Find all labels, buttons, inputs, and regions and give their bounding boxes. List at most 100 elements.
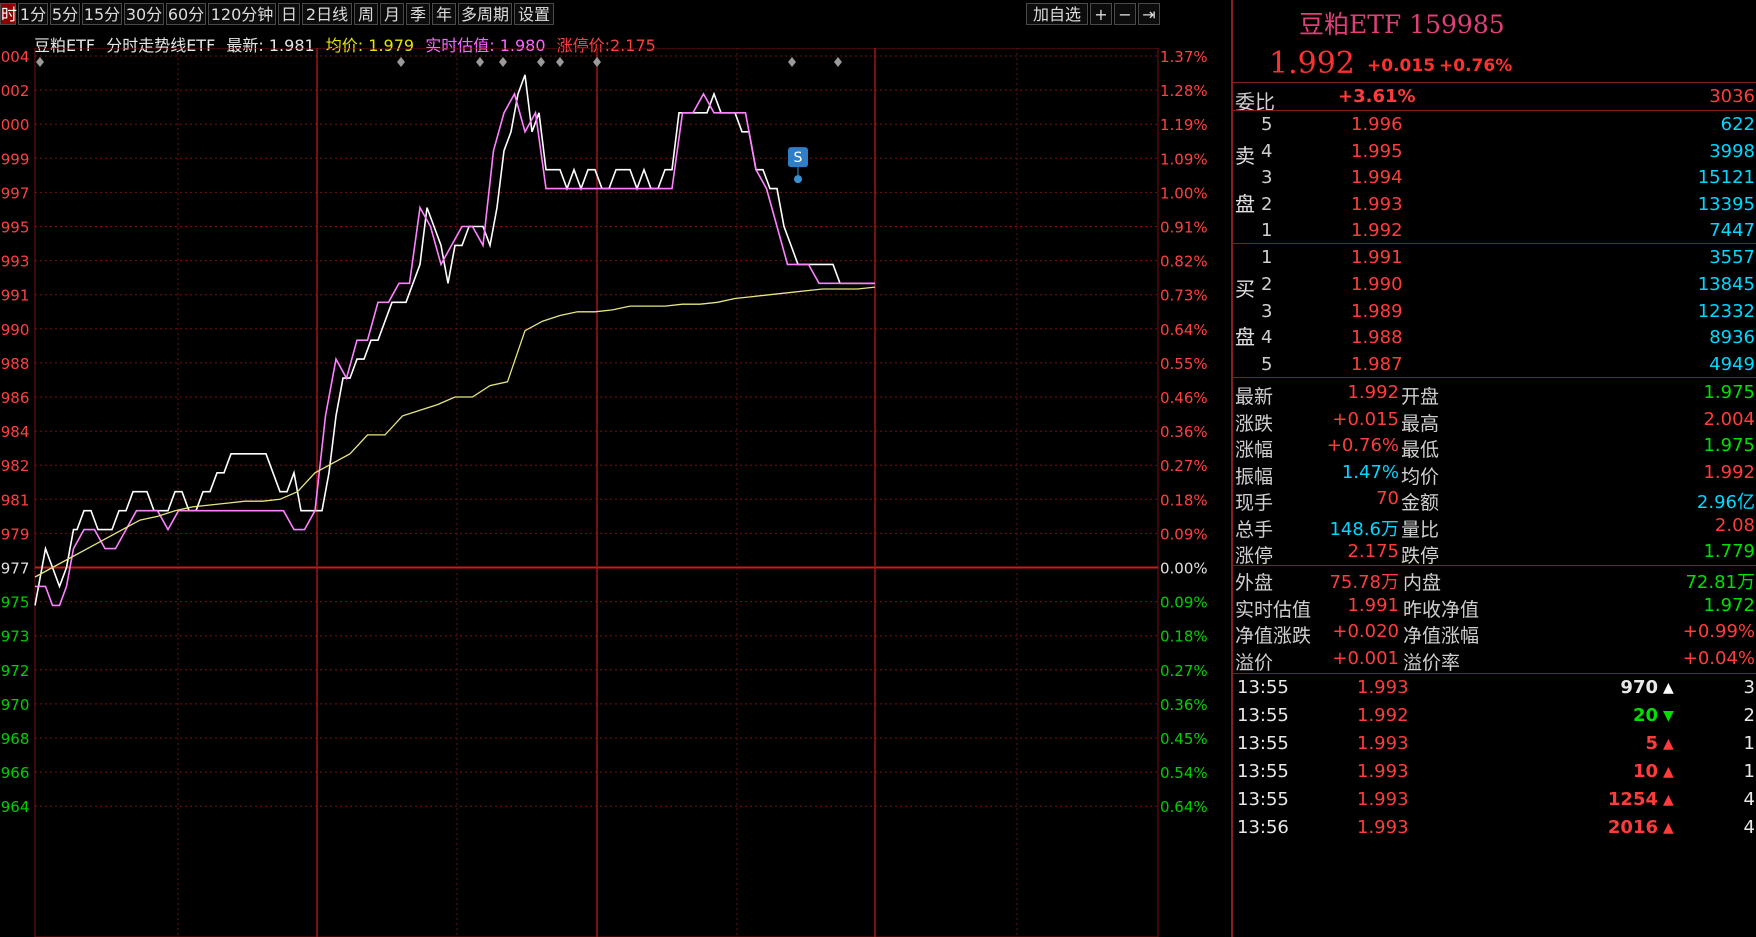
pct-tick-1: 1.28% [1160, 82, 1208, 100]
stat-row-5: 总手 148.6万 量比 2.08 [1235, 514, 1755, 541]
period-tab-3[interactable]: 15分 [82, 3, 122, 25]
tick-row-5: 13:56 1.993 2016 ▲ 4 [1237, 817, 1755, 838]
pct-tick-19: 0.36% [1160, 696, 1208, 714]
sep-5 [1233, 565, 1756, 566]
pct-tick-16: 0.09% [1160, 594, 1208, 612]
stat2-row-3: 溢价 +0.001 溢价率 +0.04% [1235, 647, 1755, 674]
y-tick-12: .982 [0, 457, 29, 475]
panel-title: 豆粕ETF 159985 [1299, 10, 1505, 39]
minus-button[interactable]: − [1114, 3, 1136, 25]
pct-tick-22: 0.64% [1160, 798, 1208, 816]
pct-tick-0: 1.37% [1160, 48, 1208, 66]
buy-label: 买盘 [1235, 277, 1255, 349]
y-tick-11: .984 [0, 423, 29, 441]
stat-row-6: 涨停 2.175 跌停 1.779 [1235, 541, 1755, 567]
event-diamond-8 [834, 57, 842, 67]
intraday-chart[interactable]: .004 .002 .000 .999 .997 .995 .993 .991 .990 .988… [0, 48, 1228, 937]
event-diamond-7 [788, 57, 796, 67]
series-line-1 [35, 91, 875, 607]
stat2-row-0: 外盘 75.78万 内盘 72.81万 [1235, 572, 1755, 594]
period-tab-12[interactable]: 年 [432, 3, 456, 25]
y-tick-7: .991 [0, 287, 29, 305]
exit-button[interactable]: ⇥ [1138, 3, 1160, 25]
period-tab-2[interactable]: 5分 [50, 3, 80, 25]
y-tick-18: .972 [0, 662, 29, 680]
plus-button[interactable]: + [1090, 3, 1112, 25]
period-tab-10[interactable]: 月 [380, 3, 404, 25]
tick-row-2: 13:55 1.993 5 ▲ 1 [1237, 733, 1755, 754]
event-diamond-0 [36, 57, 44, 67]
pct-tick-15: 0.00% [1160, 560, 1208, 578]
sep-1 [1233, 82, 1756, 83]
panel-price: 1.992 [1269, 46, 1355, 81]
period-tab-9[interactable]: 周 [354, 3, 378, 25]
stat-row-3: 振幅 1.47% 均价 1.992 [1235, 461, 1755, 488]
pct-tick-21: 0.54% [1160, 764, 1208, 782]
marker-dot [794, 175, 802, 184]
y-tick-0: .004 [0, 48, 29, 66]
pct-tick-14: 0.09% [1160, 525, 1208, 543]
pct-tick-17: 0.18% [1160, 628, 1208, 646]
buy-row-2: 3 1.989 12332 [1261, 300, 1755, 322]
stat-row-2: 涨幅 +0.76% 最低 1.975 [1235, 435, 1755, 461]
y-tick-22: .964 [0, 798, 29, 816]
event-diamond-3 [499, 57, 507, 67]
y-tick-10: .986 [0, 389, 29, 407]
period-tab-6[interactable]: 120分钟 [208, 3, 276, 25]
y-tick-9: .988 [0, 355, 29, 373]
period-tab-7[interactable]: 日 [278, 3, 300, 25]
period-tab-11[interactable]: 季 [406, 3, 430, 25]
marker-label: S [794, 150, 803, 166]
y-tick-21: .966 [0, 764, 29, 782]
pct-tick-6: 0.82% [1160, 253, 1208, 271]
y-tick-13: .981 [0, 491, 29, 509]
sell-row-0: 5 1.996 622 [1261, 114, 1755, 135]
event-diamond-5 [556, 57, 564, 67]
pct-tick-12: 0.27% [1160, 457, 1208, 475]
panel-change-pct: +0.76% [1439, 56, 1513, 76]
pct-tick-2: 1.19% [1160, 116, 1208, 134]
sell-label: 卖盘 [1235, 144, 1255, 216]
stat2-row-1: 实时估值 1.991 昨收净值 1.972 [1235, 594, 1755, 621]
sell-row-1: 4 1.995 3998 [1261, 140, 1755, 162]
pct-tick-3: 1.09% [1160, 150, 1208, 168]
add-watchlist-button[interactable]: 加自选 [1026, 3, 1088, 25]
period-tab-14[interactable]: 设置 [514, 3, 554, 25]
pct-tick-10: 0.46% [1160, 389, 1208, 407]
y-tick-3: .999 [0, 150, 29, 168]
y-tick-2: .000 [0, 116, 29, 134]
y-tick-8: .990 [0, 321, 29, 339]
sell-row-3: 2 1.993 13395 [1261, 193, 1755, 215]
stat-row-0: 最新 1.992 开盘 1.975 [1235, 382, 1755, 408]
y-tick-5: .995 [0, 219, 29, 237]
pct-tick-9: 0.55% [1160, 355, 1208, 373]
y-tick-17: .973 [0, 628, 29, 646]
event-diamond-2 [476, 57, 484, 67]
pct-tick-4: 1.00% [1160, 184, 1208, 202]
y-tick-1: .002 [0, 82, 29, 100]
period-tab-8[interactable]: 2日线 [302, 3, 352, 25]
tick-row-3: 13:55 1.993 10 ▲ 1 [1237, 761, 1755, 782]
sep-2 [1233, 110, 1756, 111]
stat2-row-2: 净值涨跌 +0.020 净值涨幅 +0.99% [1235, 621, 1755, 647]
event-diamond-6 [593, 57, 601, 67]
buy-row-0: 1 1.991 3557 [1261, 247, 1755, 268]
period-tab-13[interactable]: 多周期 [458, 3, 512, 25]
period-tab-5[interactable]: 60分 [166, 3, 206, 25]
panel-change: +0.015 [1367, 56, 1436, 76]
sell-row-2: 3 1.994 15121 [1261, 167, 1755, 188]
pct-tick-11: 0.36% [1160, 423, 1208, 441]
pct-tick-18: 0.27% [1160, 662, 1208, 680]
period-tab-1[interactable]: 1分 [18, 3, 48, 25]
tick-row-1: 13:55 1.992 20 ▼ 2 [1237, 705, 1755, 726]
event-diamond-4 [537, 57, 545, 67]
pct-tick-7: 0.73% [1160, 287, 1208, 305]
stat-row-4: 现手 70 金额 2.96亿 [1235, 488, 1755, 514]
y-tick-4: .997 [0, 184, 29, 202]
period-tab-0[interactable]: 时 [0, 3, 17, 25]
pct-tick-20: 0.45% [1160, 730, 1208, 748]
sep-6 [1233, 673, 1756, 674]
period-tab-4[interactable]: 30分 [124, 3, 164, 25]
y-tick-14: .979 [0, 525, 29, 543]
period-toolbar: 时 1分 5分 15分 30分 60分 120分钟日 2日线周月季年多周期 设置 加自选 + − ⇥ [0, 0, 1228, 28]
